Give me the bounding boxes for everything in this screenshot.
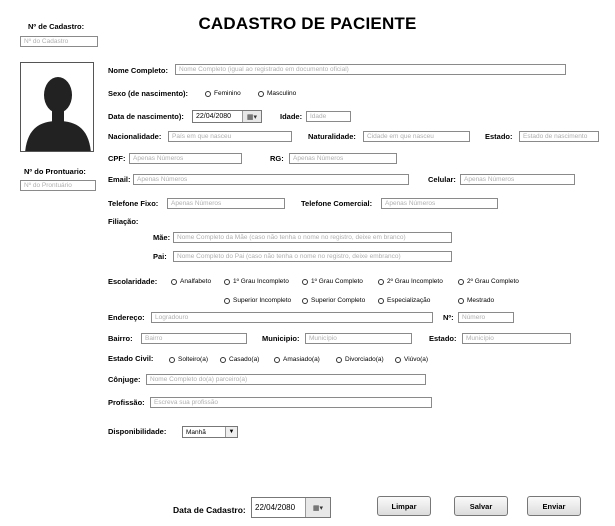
- tel-comercial-input[interactable]: Apenas Números: [381, 198, 498, 209]
- chevron-down-icon[interactable]: ▼: [225, 427, 237, 437]
- prontuario-num-input[interactable]: Nº do Prontuário: [20, 180, 96, 191]
- estado-nasc-input[interactable]: Estado de nascimento: [519, 131, 599, 142]
- radio-icon: [274, 357, 280, 363]
- nome-label: Nome Completo:: [108, 66, 168, 75]
- avatar-icon: [21, 63, 93, 151]
- endereco-input[interactable]: Logradouro: [151, 312, 433, 323]
- estado-civil-option[interactable]: Viúvo(a): [395, 355, 428, 365]
- conjuge-label: Cônjuge:: [108, 375, 141, 384]
- escolaridade-option[interactable]: 2º Grau Completo: [458, 277, 519, 287]
- profissao-label: Profissão:: [108, 398, 145, 407]
- disponibilidade-select[interactable]: Manhã ▼: [182, 426, 238, 438]
- sexo-option-masculino[interactable]: Masculino: [258, 89, 296, 99]
- idade-input[interactable]: Idade: [306, 111, 351, 122]
- conjuge-input[interactable]: Nome Completo do(a) parceiro(a): [146, 374, 426, 385]
- celular-label: Celular:: [428, 175, 456, 184]
- email-label: Email:: [108, 175, 131, 184]
- escolaridade-option[interactable]: Especialização: [378, 296, 430, 306]
- estado-civil-option[interactable]: Divorciado(a): [336, 355, 384, 365]
- escolaridade-option[interactable]: Mestrado: [458, 296, 494, 306]
- escolaridade-option[interactable]: 1º Grau Incompleto: [224, 277, 289, 287]
- cpf-input[interactable]: Apenas Números: [129, 153, 242, 164]
- tel-fixo-input[interactable]: Apenas Números: [167, 198, 285, 209]
- celular-input[interactable]: Apenas Números: [460, 174, 575, 185]
- data-cadastro-date-picker[interactable]: 22/04/2080 ▦▾: [251, 497, 331, 518]
- calendar-icon[interactable]: ▦▾: [305, 498, 330, 517]
- email-input[interactable]: Apenas Números: [133, 174, 409, 185]
- estado-civil-option[interactable]: Solteiro(a): [169, 355, 208, 365]
- radio-icon: [302, 279, 308, 285]
- disponibilidade-label: Disponibilidade:: [108, 427, 167, 436]
- page-title: CADASTRO DE PACIENTE: [198, 14, 417, 33]
- bairro-label: Bairro:: [108, 334, 133, 343]
- endereco-label: Endereço:: [108, 313, 145, 322]
- radio-icon: [458, 279, 464, 285]
- estado-end-input[interactable]: Município: [462, 333, 571, 344]
- radio-icon: [302, 298, 308, 304]
- numero-label: Nº:: [443, 313, 454, 322]
- patient-photo[interactable]: [20, 62, 94, 152]
- escolaridade-label: Escolaridade:: [108, 277, 158, 286]
- nacionalidade-input[interactable]: País em que nasceu: [168, 131, 292, 142]
- municipio-input[interactable]: Município: [305, 333, 412, 344]
- profissao-input[interactable]: Escreva sua profissão: [150, 397, 432, 408]
- cadastro-num-input[interactable]: Nº do Cadastro: [20, 36, 98, 47]
- numero-input[interactable]: Número: [458, 312, 514, 323]
- radio-icon: [378, 298, 384, 304]
- nascimento-label: Data de nascimento):: [108, 112, 184, 121]
- sexo-option-feminino[interactable]: Feminino: [205, 89, 241, 99]
- radio-icon: [458, 298, 464, 304]
- limpar-button[interactable]: Limpar: [377, 496, 431, 516]
- radio-icon: [220, 357, 226, 363]
- escolaridade-option[interactable]: Superior Incompleto: [224, 296, 291, 306]
- nome-input[interactable]: Nome Completo (igual ao registrado em do…: [175, 64, 566, 75]
- estado-civil-option[interactable]: Amasiado(a): [274, 355, 320, 365]
- estado-end-label: Estado:: [429, 334, 457, 343]
- radio-icon: [224, 279, 230, 285]
- pai-input[interactable]: Nome Completo do Pai (caso não tenha o n…: [173, 251, 452, 262]
- radio-icon: [169, 357, 175, 363]
- nacionalidade-label: Nacionalidade:: [108, 132, 162, 141]
- radio-icon: [258, 91, 264, 97]
- escolaridade-option[interactable]: 1º Grau Completo: [302, 277, 363, 287]
- tel-comercial-label: Telefone Comercial:: [301, 199, 373, 208]
- idade-label: Idade:: [280, 112, 303, 121]
- sexo-label: Sexo (de nascimento):: [108, 89, 189, 98]
- radio-icon: [224, 298, 230, 304]
- radio-icon: [171, 279, 177, 285]
- estado-civil-option[interactable]: Casado(a): [220, 355, 259, 365]
- radio-icon: [395, 357, 401, 363]
- filiacao-label: Filiação:: [108, 217, 139, 226]
- radio-icon: [205, 91, 211, 97]
- radio-icon: [336, 357, 342, 363]
- tel-fixo-label: Telefone Fixo:: [108, 199, 159, 208]
- enviar-button[interactable]: Enviar: [527, 496, 581, 516]
- escolaridade-option[interactable]: 2º Grau Incompleto: [378, 277, 443, 287]
- nascimento-date-picker[interactable]: 22/04/2080 ▦▾: [192, 110, 262, 123]
- estado-civil-label: Estado Civil:: [108, 354, 154, 363]
- rg-input[interactable]: Apenas Números: [289, 153, 397, 164]
- cpf-label: CPF:: [108, 154, 126, 163]
- naturalidade-input[interactable]: Cidade em que nasceu: [363, 131, 470, 142]
- pai-label: Pai:: [153, 252, 167, 261]
- cadastro-num-label: Nº de Cadastro:: [28, 22, 85, 31]
- prontuario-num-label: Nº do Prontuario:: [24, 167, 86, 176]
- calendar-icon[interactable]: ▦▾: [242, 111, 261, 122]
- salvar-button[interactable]: Salvar: [454, 496, 508, 516]
- mae-label: Mãe:: [153, 233, 171, 242]
- data-cadastro-label: Data de Cadastro:: [173, 505, 246, 515]
- bairro-input[interactable]: Bairro: [141, 333, 247, 344]
- escolaridade-option[interactable]: Superior Completo: [302, 296, 365, 306]
- radio-icon: [378, 279, 384, 285]
- escolaridade-option[interactable]: Analfabeto: [171, 277, 211, 287]
- estado-nasc-label: Estado:: [485, 132, 513, 141]
- municipio-label: Municipio:: [262, 334, 300, 343]
- rg-label: RG:: [270, 154, 284, 163]
- mae-input[interactable]: Nome Completo da Mãe (caso não tenha o n…: [173, 232, 452, 243]
- naturalidade-label: Naturalidade:: [308, 132, 356, 141]
